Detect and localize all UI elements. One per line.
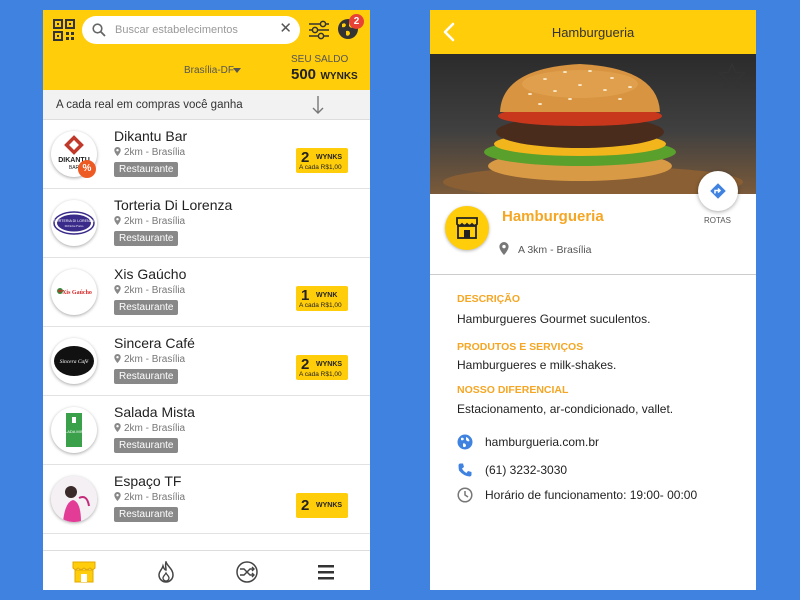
establishment-name: Salada Mista [114, 404, 195, 420]
location-pin-icon [114, 354, 121, 363]
store-badge [445, 206, 489, 250]
flame-icon[interactable] [154, 561, 178, 583]
wynk-badge: 2 WYNKS A cada R$1,00 [296, 148, 348, 173]
wynk-badge: 1 WYNK A cada R$1,00 [296, 286, 348, 311]
phone-icon [458, 463, 472, 477]
wynk-badge: 2 WYNKS [296, 493, 348, 518]
list-item[interactable]: Espaço TF 2km - Brasília Restaurante 2 W… [43, 465, 370, 534]
section-heading: PRODUTOS E SERVIÇOS [457, 341, 584, 353]
category-tag: Restaurante [114, 162, 179, 177]
top-bar: Hamburgueria [430, 10, 756, 54]
svg-text:Xis Gaúcho: Xis Gaúcho [62, 290, 92, 296]
page-title: Hamburgueria [551, 25, 635, 40]
location-pin-icon [114, 285, 121, 294]
location-pin-icon [499, 242, 509, 255]
establishment-detail-screen: Hamburgueria ROTAS Hamburgueria A 3km - … [430, 10, 756, 590]
establishment-name: Sincera Café [114, 335, 195, 351]
list-item[interactable]: Sincera Café Sincera Café 2km - Brasília… [43, 327, 370, 396]
region-selector[interactable]: Brasília-DF [184, 65, 234, 76]
section-text: Estacionamento, ar-condicionado, vallet. [457, 402, 674, 416]
location-pin-icon [114, 216, 121, 225]
business-name: Hamburgueria [502, 208, 604, 225]
category-tag: Restaurante [114, 231, 179, 246]
list-item[interactable]: DIKANTU BAR % Dikantu Bar 2km - Brasília… [43, 120, 370, 189]
search-input[interactable]: Buscar estabelecimentos [115, 24, 238, 36]
search-icon [92, 23, 106, 37]
clock-icon [457, 487, 473, 503]
category-tag: Restaurante [114, 369, 179, 384]
store-icon [456, 217, 478, 239]
svg-text:SALADA MISTA: SALADA MISTA [60, 429, 89, 434]
section-text: Hamburgueres e milk-shakes. [457, 358, 617, 372]
section-text: Hamburgueres Gourmet suculentos. [457, 312, 651, 326]
wynk-badge: 2 WYNKS A cada R$1,00 [296, 355, 348, 380]
location-pin-icon [114, 147, 121, 156]
filter-sliders-icon[interactable] [308, 19, 330, 41]
search-bar[interactable]: Buscar estabelecimentos ✕ [82, 16, 300, 44]
directions-icon [710, 183, 726, 199]
establishment-location: 2km - Brasília [114, 285, 185, 296]
bottom-nav [43, 550, 370, 590]
torteria-logo: TORTERIA DI LORENZA Di Dolce Forno [51, 200, 97, 246]
establishment-name: Dikantu Bar [114, 128, 188, 144]
category-tag: Restaurante [114, 300, 179, 315]
location-pin-icon [114, 492, 121, 501]
notification-badge: 2 [349, 14, 364, 29]
section-heading: NOSSO DIFERENCIAL [457, 384, 569, 396]
list-item[interactable]: Xis Gaúcho Xis Gaúcho 2km - Brasília Res… [43, 258, 370, 327]
establishment-location: 2km - Brasília [114, 492, 185, 503]
svg-text:Di Dolce Forno: Di Dolce Forno [65, 224, 84, 228]
list-item[interactable]: SALADA MISTA Salada Mista 2km - Brasília… [43, 396, 370, 465]
arrow-down-icon[interactable] [311, 95, 325, 115]
route-label: ROTAS [704, 216, 731, 225]
establishments-list-screen: Buscar estabelecimentos ✕ 2 Brasília-DF … [43, 10, 370, 590]
store-icon[interactable] [72, 561, 96, 583]
xis-gaucho-logo: Xis Gaúcho [51, 269, 97, 315]
top-bar: Buscar estabelecimentos ✕ 2 Brasília-DF … [43, 10, 370, 90]
establishment-location: 2km - Brasília [114, 147, 185, 158]
establishment-name: Espaço TF [114, 473, 182, 489]
espaco-tf-logo [51, 476, 97, 522]
close-icon[interactable]: ✕ [279, 21, 292, 36]
location-pin-icon [114, 423, 121, 432]
route-button[interactable] [698, 171, 738, 211]
info-bar: A cada real em compras você ganha [43, 90, 370, 120]
business-location: A 3km - Brasília [499, 242, 592, 256]
promo-badge: % [78, 160, 96, 178]
svg-text:Sincera Café: Sincera Café [60, 358, 89, 365]
qr-code-icon[interactable] [53, 19, 75, 41]
balance-value: 500 WYNKS [291, 66, 358, 83]
star-favorite-icon[interactable] [718, 62, 746, 90]
balance-label: SEU SALDO [291, 54, 349, 65]
list-item[interactable]: TORTERIA DI LORENZA Di Dolce Forno Torte… [43, 189, 370, 258]
divider [430, 274, 756, 275]
menu-icon[interactable] [314, 561, 338, 583]
caret-down-icon[interactable] [233, 68, 241, 73]
svg-text:TORTERIA DI LORENZA: TORTERIA DI LORENZA [54, 219, 95, 223]
category-tag: Restaurante [114, 438, 179, 453]
salada-mista-logo: SALADA MISTA [51, 407, 97, 453]
establishment-name: Torteria Di Lorenza [114, 197, 233, 213]
establishment-name: Xis Gaúcho [114, 266, 187, 282]
establishment-location: 2km - Brasília [114, 354, 185, 365]
globe-icon [457, 434, 473, 450]
establishment-location: 2km - Brasília [114, 423, 185, 434]
category-tag: Restaurante [114, 507, 179, 522]
establishment-location: 2km - Brasília [114, 216, 185, 227]
info-text: A cada real em compras você ganha [56, 99, 243, 111]
sincera-cafe-logo: Sincera Café [51, 338, 97, 384]
shuffle-icon[interactable] [235, 561, 259, 583]
section-heading: DESCRIÇÃO [457, 293, 521, 305]
